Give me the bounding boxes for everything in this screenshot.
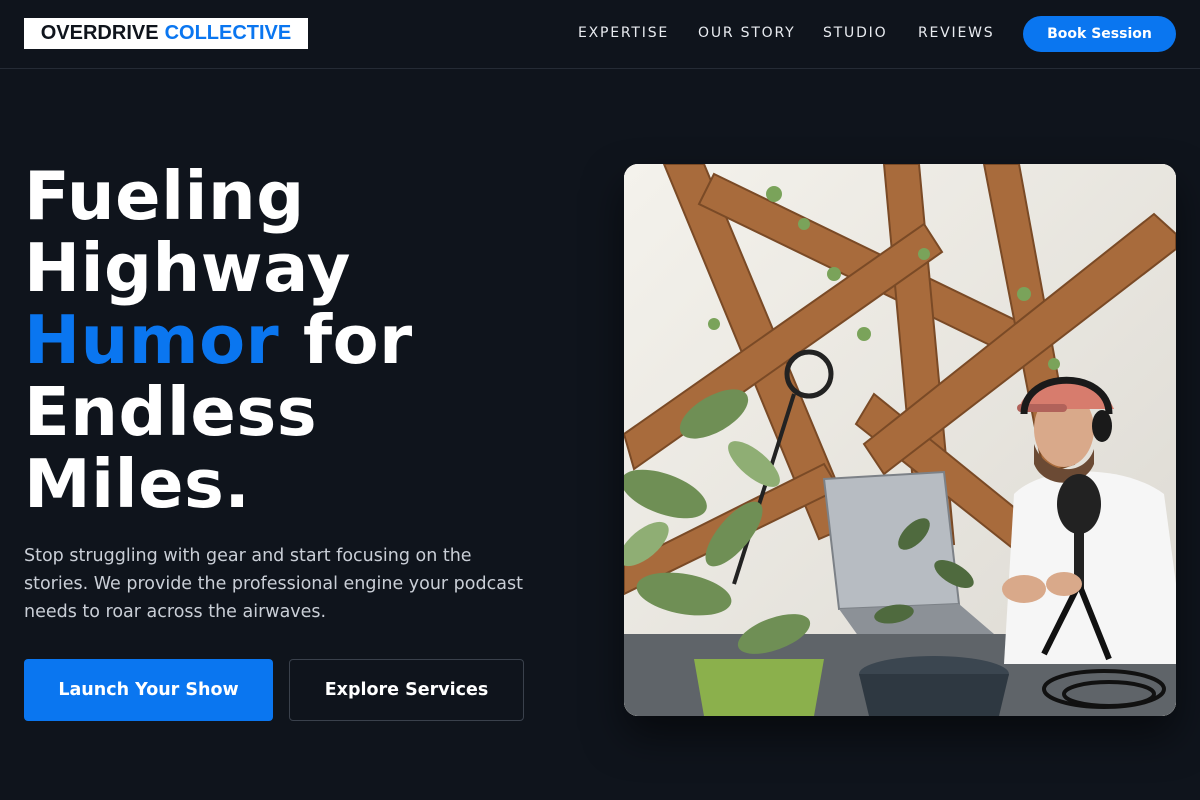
- hero-subtext: Stop struggling with gear and start focu…: [24, 546, 523, 622]
- headline-line-3-rest: for: [279, 301, 413, 379]
- brand-name-accent: COLLECTIVE: [164, 22, 292, 44]
- brand-logo[interactable]: OVERDRIVE COLLECTIVE: [24, 18, 308, 49]
- headline-line-5: Miles.: [24, 445, 251, 523]
- book-session-button[interactable]: Book Session: [1023, 16, 1176, 52]
- studio-photo-illustration: [624, 164, 1176, 716]
- launch-show-button[interactable]: Launch Your Show: [24, 659, 273, 721]
- nav-link-studio[interactable]: STUDIO: [823, 24, 887, 42]
- nav-link-our-story[interactable]: OUR STORY: [698, 24, 796, 42]
- headline-line-1: Fueling: [24, 157, 305, 235]
- nav-link-reviews[interactable]: REVIEWS: [918, 24, 994, 42]
- brand-name-main: OVERDRIVE: [40, 22, 159, 44]
- explore-services-button[interactable]: Explore Services: [289, 659, 524, 721]
- headline-line-2: Highway: [24, 229, 351, 307]
- site-header: OVERDRIVE COLLECTIVE EXPERTISE OUR STORY…: [0, 0, 1200, 69]
- headline-line-4: Endless: [24, 373, 318, 451]
- hero-image: [624, 164, 1176, 716]
- hero-headline: Fueling Highway Humor for Endless Miles.: [24, 160, 584, 520]
- headline-accent-word: Humor: [24, 301, 280, 379]
- nav-link-expertise[interactable]: EXPERTISE: [578, 24, 669, 42]
